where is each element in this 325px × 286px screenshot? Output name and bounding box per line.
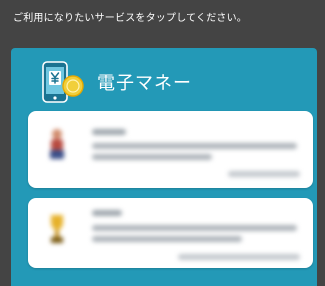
card-1-desc-line-1 — [92, 143, 297, 149]
service-card-2[interactable] — [28, 198, 313, 268]
card-2-title-line — [92, 210, 122, 216]
panel-title: 電子マネー — [97, 73, 192, 94]
card-2-desc-line-1 — [92, 225, 297, 231]
instruction-text: ご利用になりたいサービスをタップしてください。 — [13, 13, 247, 24]
card-1-title-line — [92, 129, 126, 135]
card-1-meta-line — [228, 171, 300, 177]
card-2-meta-line — [178, 254, 300, 260]
card-2-blurred-content — [28, 198, 313, 268]
panel-header: 電子マネー — [41, 60, 192, 104]
trophy-thumbnail-icon — [46, 212, 68, 246]
service-card-1[interactable] — [28, 111, 313, 188]
card-1-blurred-content — [28, 111, 313, 188]
figure-thumbnail-icon — [46, 127, 68, 161]
phone-yen-coin-icon — [41, 60, 87, 104]
service-select-screen: ご利用になりたいサービスをタップしてください。 電子マネー — [0, 0, 325, 286]
card-1-desc-line-2 — [92, 154, 212, 160]
card-2-desc-line-2 — [92, 236, 242, 242]
e-money-panel: 電子マネー — [11, 48, 317, 286]
